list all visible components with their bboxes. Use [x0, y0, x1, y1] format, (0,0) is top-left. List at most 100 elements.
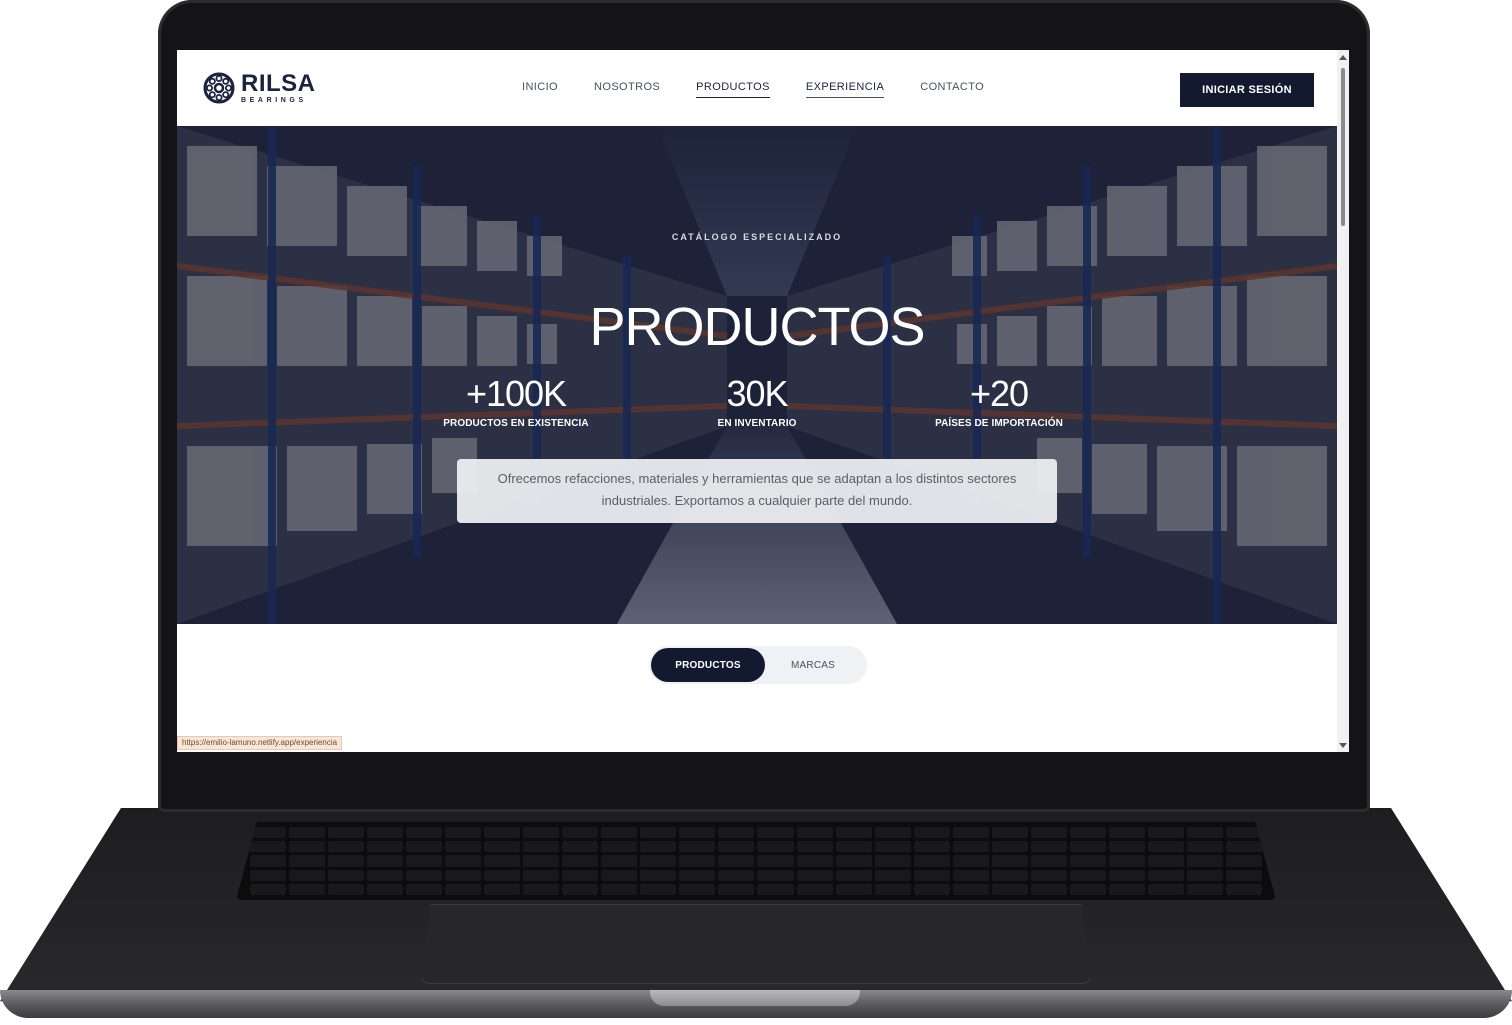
keyboard-key [289, 869, 326, 881]
keyboard-key [718, 883, 755, 895]
tab-marcas[interactable]: MARCAS [765, 648, 861, 682]
keyboard-key [1225, 869, 1262, 881]
keyboard-key [913, 869, 950, 881]
keyboard-key [406, 827, 443, 839]
main-nav: INICIO NOSOTROS PRODUCTOS EXPERIENCIA CO… [522, 81, 1020, 98]
keyboard-key [328, 883, 365, 895]
stat-products-in-stock: +100K PRODUCTOS EN EXISTENCIA [416, 376, 616, 430]
keyboard-key [1030, 869, 1067, 881]
keyboard-key [796, 855, 833, 867]
keyboard-key [796, 841, 833, 853]
keyboard-key [562, 841, 599, 853]
keyboard-key [523, 855, 560, 867]
keyboard-key [250, 869, 287, 881]
keyboard-key [523, 841, 560, 853]
keyboard-key [835, 827, 872, 839]
keyboard-key [367, 827, 404, 839]
nav-link-nosotros[interactable]: NOSOTROS [594, 81, 660, 98]
keyboard-key [445, 827, 482, 839]
scroll-down-icon[interactable] [1339, 743, 1347, 748]
keyboard-key [1108, 855, 1145, 867]
keyboard-key [1225, 883, 1262, 895]
keyboard-key [874, 869, 911, 881]
keyboard-key [991, 869, 1028, 881]
keyboard-key [874, 855, 911, 867]
scrollbar-thumb[interactable] [1341, 68, 1345, 226]
keyboard-key [1030, 883, 1067, 895]
tab-productos[interactable]: PRODUCTOS [651, 648, 765, 682]
keyboard-key [562, 869, 599, 881]
laptop-keyboard [236, 822, 1276, 900]
keyboard-key [1186, 827, 1223, 839]
keyboard-key [601, 869, 638, 881]
keyboard-key [679, 869, 716, 881]
nav-link-experiencia[interactable]: EXPERIENCIA [805, 81, 885, 98]
keyboard-key [640, 827, 677, 839]
keyboard-key [835, 841, 872, 853]
keyboard-key [952, 883, 989, 895]
keyboard-key [523, 883, 560, 895]
keyboard-key [1030, 827, 1067, 839]
brand-logo[interactable]: RILSA BEARINGS [203, 72, 316, 104]
keyboard-key [406, 869, 443, 881]
keyboard-key [1108, 869, 1145, 881]
keyboard-key [1186, 869, 1223, 881]
keyboard-key [991, 855, 1028, 867]
stat-label: PRODUCTOS EN EXISTENCIA [443, 418, 589, 429]
keyboard-key [1147, 869, 1184, 881]
keyboard-key [367, 855, 404, 867]
stat-value: +20 [969, 373, 1029, 414]
keyboard-key [1069, 841, 1106, 853]
keyboard-key [328, 869, 365, 881]
keyboard-key [250, 841, 287, 853]
keyboard-key [484, 883, 521, 895]
keyboard-key [640, 841, 677, 853]
keyboard-key [913, 827, 950, 839]
keyboard-key [1147, 855, 1184, 867]
keyboard-key [289, 883, 326, 895]
stat-label: PAÍSES DE IMPORTACIÓN [935, 418, 1063, 429]
keyboard-key [562, 827, 599, 839]
keyboard-key [1147, 841, 1184, 853]
keyboard-key [952, 855, 989, 867]
keyboard-key [601, 855, 638, 867]
keyboard-key [991, 827, 1028, 839]
keyboard-key [640, 869, 677, 881]
keyboard-key [796, 883, 833, 895]
keyboard-key [367, 869, 404, 881]
nav-link-contacto[interactable]: CONTACTO [920, 81, 984, 98]
keyboard-key [601, 841, 638, 853]
login-button[interactable]: INICIAR SESIÓN [1180, 73, 1314, 107]
keyboard-key [640, 855, 677, 867]
keyboard-key [835, 855, 872, 867]
keyboard-key [445, 841, 482, 853]
page-title: PRODUCTOS [589, 297, 925, 357]
keyboard-key [952, 827, 989, 839]
keyboard-key [445, 883, 482, 895]
scroll-up-icon[interactable] [1339, 55, 1347, 60]
brand-wordmark: RILSA BEARINGS [241, 72, 316, 105]
vertical-scrollbar[interactable] [1337, 50, 1349, 752]
laptop-trackpad [420, 904, 1092, 984]
keyboard-key [874, 827, 911, 839]
hero-banner: CATÁLOGO ESPECIALIZADO PRODUCTOS +100K P… [177, 126, 1337, 624]
keyboard-key [1069, 855, 1106, 867]
nav-link-inicio[interactable]: INICIO [522, 81, 558, 98]
keyboard-key [1030, 855, 1067, 867]
keyboard-key [367, 841, 404, 853]
keyboard-key [328, 841, 365, 853]
keyboard-key [991, 883, 1028, 895]
keyboard-key [874, 883, 911, 895]
keyboard-key [1225, 827, 1262, 839]
nav-link-productos[interactable]: PRODUCTOS [696, 81, 770, 98]
keyboard-key [367, 883, 404, 895]
keyboard-key [757, 855, 794, 867]
bearing-logo-icon [203, 72, 235, 104]
keyboard-key [601, 883, 638, 895]
keyboard-key [1186, 841, 1223, 853]
keyboard-key [1186, 883, 1223, 895]
keyboard-key [562, 855, 599, 867]
keyboard-key [289, 855, 326, 867]
keyboard-key [679, 883, 716, 895]
keyboard-key [1225, 855, 1262, 867]
